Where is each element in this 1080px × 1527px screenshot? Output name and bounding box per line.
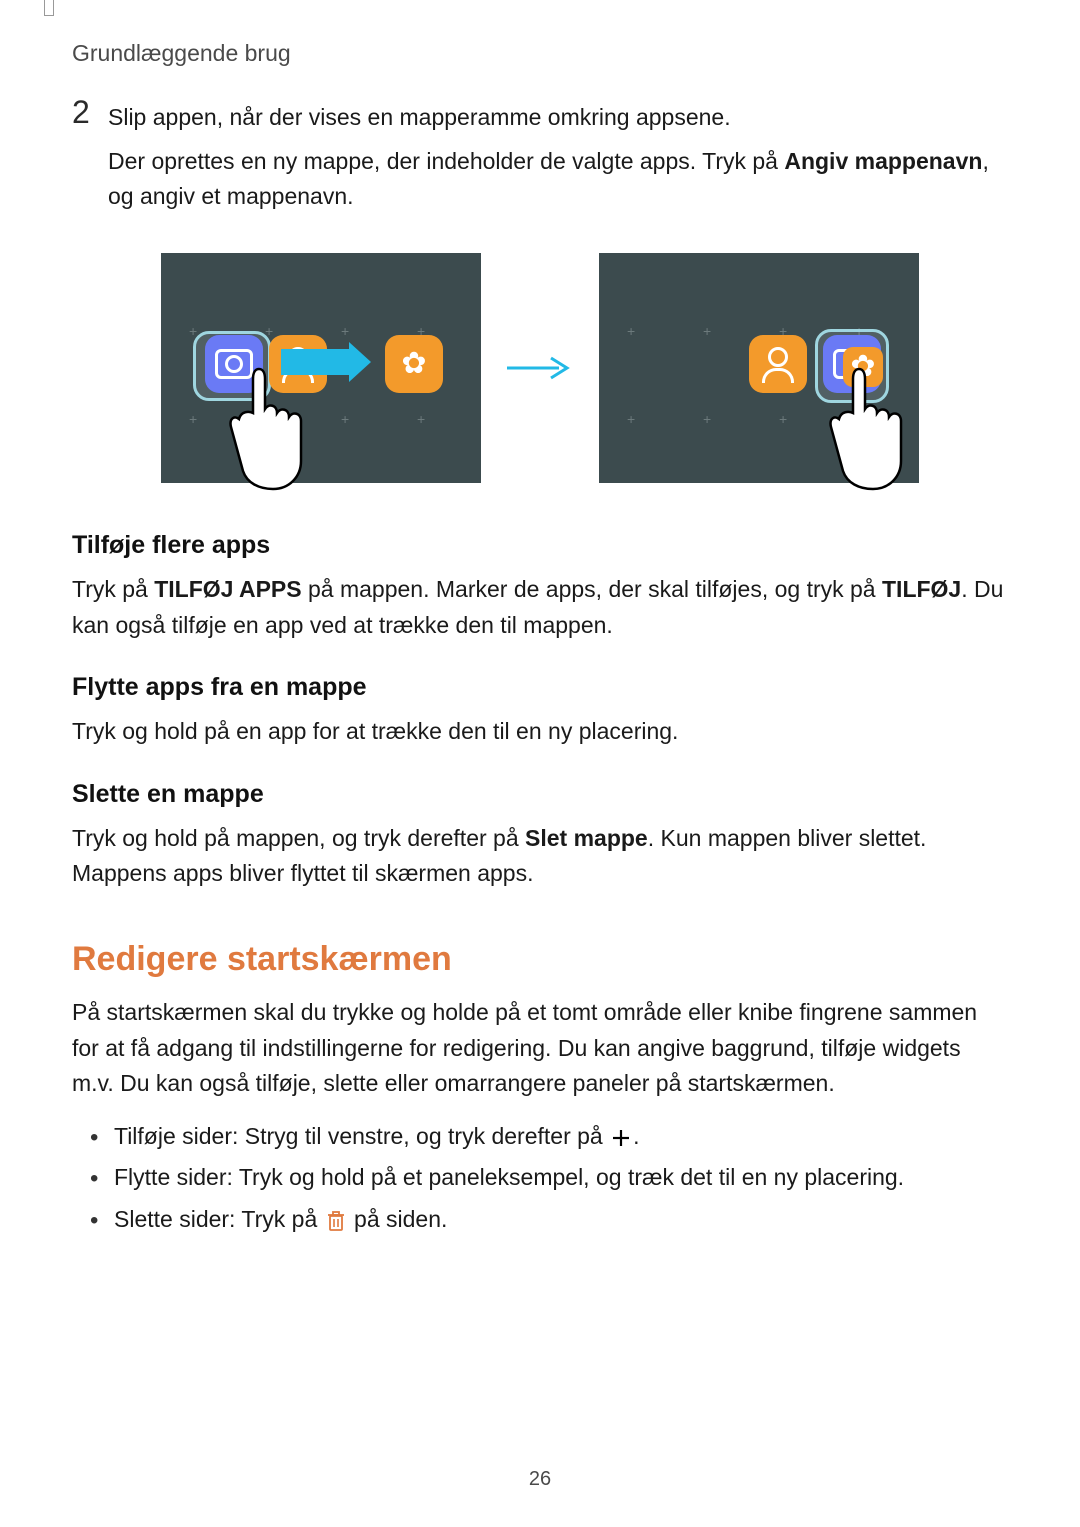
hand-pointer-icon xyxy=(829,361,905,491)
contacts-app-icon xyxy=(749,335,807,393)
paragraph: Tryk på TILFØJ APPS på mappen. Marker de… xyxy=(72,572,1008,643)
text: Tilføje sider: Stryg til venstre, og try… xyxy=(114,1123,609,1149)
figure-panel-left: + + + + + + + xyxy=(161,253,481,483)
subheading-move-apps: Flytte apps fra en mappe xyxy=(72,673,1008,702)
hand-pointer-icon xyxy=(229,361,305,491)
page-content: 2 Slip appen, når der vises en mapperamm… xyxy=(72,100,1008,1240)
subheading-add-apps: Tilføje flere apps xyxy=(72,531,1008,560)
trash-icon xyxy=(326,1210,346,1232)
subheading-delete-folder: Slette en mappe xyxy=(72,780,1008,809)
bold-text: TILFØJ APPS xyxy=(154,576,301,602)
text: på siden. xyxy=(348,1206,448,1232)
text: . xyxy=(633,1123,639,1149)
bold-text: Angiv mappenavn xyxy=(784,148,982,174)
section-heading-edit-homescreen: Redigere startskærmen xyxy=(72,940,1008,979)
gallery-app-icon xyxy=(385,335,443,393)
plus-icon xyxy=(611,1128,631,1148)
arrow-right-icon xyxy=(505,356,575,380)
paragraph: Tryk og hold på mappen, og tryk derefter… xyxy=(72,821,1008,892)
list-item: Slette sider: Tryk på på siden. xyxy=(72,1199,1008,1240)
step-line-2: Der oprettes en ny mappe, der indeholder… xyxy=(108,144,1008,215)
step-2: 2 Slip appen, når der vises en mapperamm… xyxy=(72,100,1008,223)
bold-text: TILFØJ xyxy=(882,576,961,602)
figure-panel-right: + + + + + + + xyxy=(599,253,919,483)
bullet-list: Tilføje sider: Stryg til venstre, og try… xyxy=(72,1116,1008,1240)
instruction-figure: + + + + + + + xyxy=(72,253,1008,483)
text: Tryk og hold på mappen, og tryk derefter… xyxy=(72,825,525,851)
paragraph: På startskærmen skal du trykke og holde … xyxy=(72,995,1008,1102)
text: Der oprettes en ny mappe, der indeholder… xyxy=(108,148,784,174)
step-body: Slip appen, når der vises en mapperamme … xyxy=(108,100,1008,223)
bold-text: Slet mappe xyxy=(525,825,648,851)
breadcrumb: Grundlæggende brug xyxy=(72,40,291,67)
list-item: Flytte sider: Tryk og hold på et panelek… xyxy=(72,1157,1008,1198)
step-line-1: Slip appen, når der vises en mapperamme … xyxy=(108,100,1008,136)
paragraph: Tryk og hold på en app for at trække den… xyxy=(72,714,1008,750)
page-tab-marker xyxy=(44,0,54,16)
step-number: 2 xyxy=(72,96,108,128)
text: på mappen. Marker de apps, der skal tilf… xyxy=(302,576,882,602)
page-number: 26 xyxy=(0,1468,1080,1491)
text: Slette sider: Tryk på xyxy=(114,1206,324,1232)
text: Tryk på xyxy=(72,576,154,602)
list-item: Tilføje sider: Stryg til venstre, og try… xyxy=(72,1116,1008,1157)
